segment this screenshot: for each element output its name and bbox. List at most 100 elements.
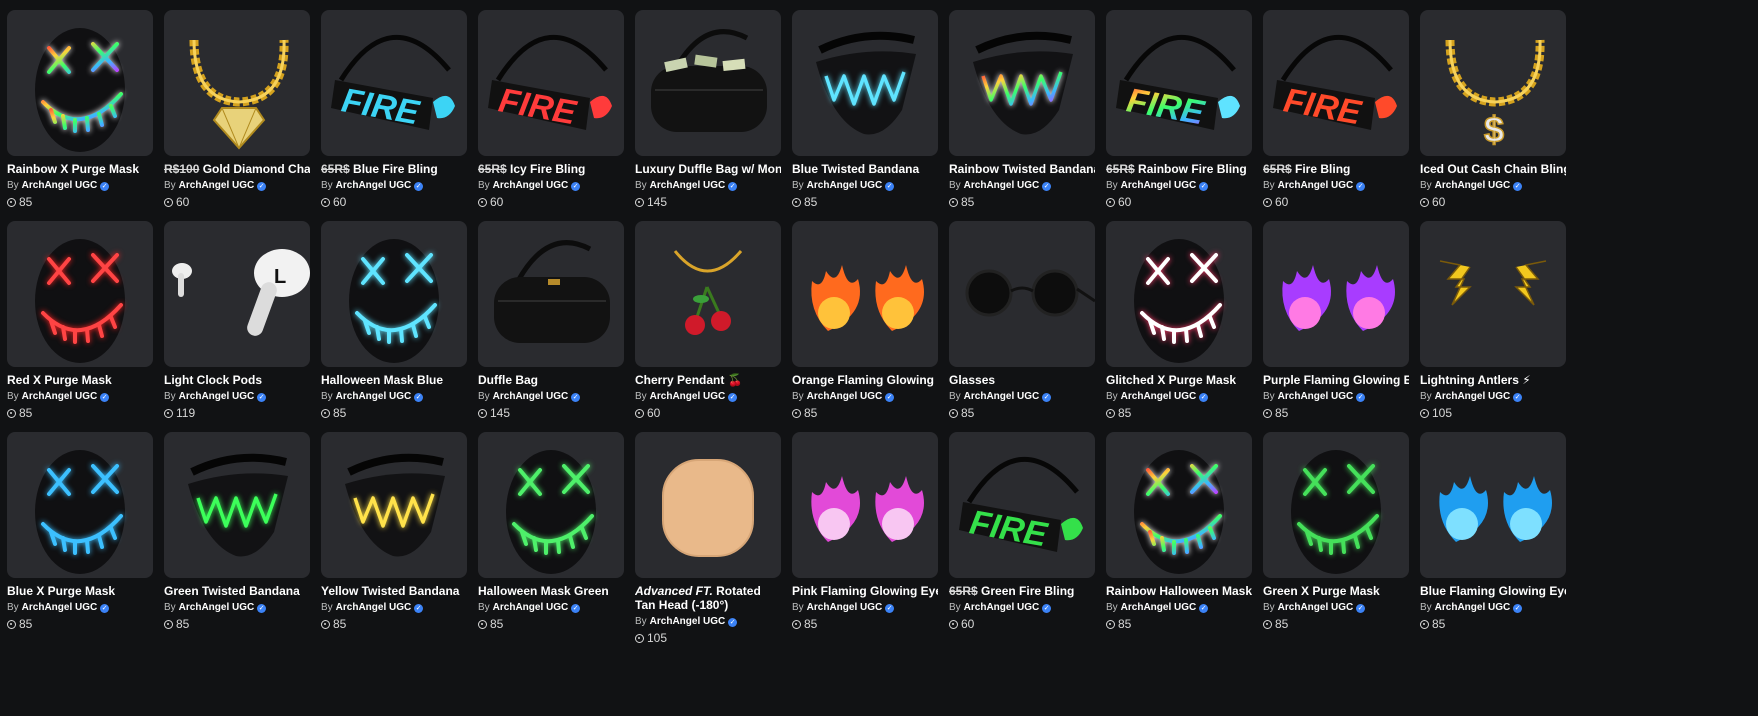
creator-name-link[interactable]: ArchAngel UGC	[1278, 602, 1354, 614]
creator-name-link[interactable]: ArchAngel UGC	[650, 616, 726, 628]
catalog-item-card[interactable]: Cherry Pendant 🍒 By ArchAngel UGC ✓ 60	[635, 221, 781, 432]
catalog-item-card[interactable]: Yellow Twisted Bandana By ArchAngel UGC ✓ 85	[321, 432, 467, 643]
creator-name-link[interactable]: ArchAngel UGC	[1278, 180, 1354, 192]
item-thumbnail[interactable]: $	[1420, 10, 1566, 156]
item-thumbnail[interactable]	[164, 432, 310, 578]
catalog-item-card[interactable]: Duffle Bag By ArchAngel UGC ✓ 145	[478, 221, 624, 432]
item-name[interactable]: Rainbow Halloween Mask	[1106, 584, 1252, 598]
creator-name-link[interactable]: ArchAngel UGC	[964, 391, 1040, 403]
creator-name-link[interactable]: ArchAngel UGC	[179, 180, 255, 192]
item-thumbnail[interactable]	[321, 221, 467, 367]
item-thumbnail[interactable]: FIRE	[949, 432, 1095, 578]
item-name[interactable]: Blue Flaming Glowing Eyes	[1420, 584, 1566, 598]
item-thumbnail[interactable]	[949, 221, 1095, 367]
item-thumbnail[interactable]	[164, 10, 310, 156]
catalog-item-card[interactable]: Orange Flaming Glowing Eyes ByArchAngel U…	[792, 221, 938, 432]
creator-name-link[interactable]: ArchAngel UGC	[336, 391, 412, 403]
item-name[interactable]: R$100 Gold Diamond Chain Bling	[164, 162, 310, 176]
item-thumbnail[interactable]	[1106, 221, 1252, 367]
catalog-item-card[interactable]: Advanced FT. Rotated Tan Head (-180°) By A…	[635, 432, 781, 645]
creator-name-link[interactable]: ArchAngel UGC	[22, 602, 98, 614]
item-name[interactable]: Lightning Antlers ⚡	[1420, 373, 1566, 387]
item-thumbnail[interactable]: FIRE	[478, 10, 624, 156]
item-thumbnail[interactable]	[792, 10, 938, 156]
creator-name-link[interactable]: ArchAngel UGC	[1435, 602, 1511, 614]
item-thumbnail[interactable]	[1263, 221, 1409, 367]
creator-name-link[interactable]: ArchAngel UGC	[807, 602, 883, 614]
catalog-item-card[interactable]: Halloween Mask Blue By ArchAngel UGC ✓ 85	[321, 221, 467, 432]
item-thumbnail[interactable]	[7, 432, 153, 578]
item-name[interactable]: Purple Flaming Glowing Eyes	[1263, 373, 1409, 387]
creator-name-link[interactable]: ArchAngel UGC	[179, 391, 255, 403]
creator-name-link[interactable]: ArchAngel UGC	[22, 180, 98, 192]
item-name[interactable]: Cherry Pendant 🍒	[635, 373, 781, 387]
catalog-item-card[interactable]: Green X Purge Mask By ArchAngel UGC ✓ 85	[1263, 432, 1409, 643]
catalog-item-card[interactable]: Glitched X Purge Mask By ArchAngel UGC ✓ 85	[1106, 221, 1252, 432]
catalog-item-card[interactable]: FIRE 65R$ Blue Fire Bling By ArchAngel UGC ✓…	[321, 10, 467, 221]
creator-name-link[interactable]: ArchAngel UGC	[964, 602, 1040, 614]
catalog-item-card[interactable]: Rainbow Twisted Bandana By ArchAngel UGC ✓ 8…	[949, 10, 1095, 221]
creator-name-link[interactable]: ArchAngel UGC	[1121, 391, 1197, 403]
item-name[interactable]: Blue X Purge Mask	[7, 584, 153, 598]
item-name[interactable]: 65R$ Icy Fire Bling	[478, 162, 624, 176]
item-thumbnail[interactable]: FIRE	[321, 10, 467, 156]
creator-name-link[interactable]: ArchAngel UGC	[650, 391, 726, 403]
item-thumbnail[interactable]	[949, 10, 1095, 156]
item-thumbnail[interactable]	[7, 221, 153, 367]
item-name[interactable]: Iced Out Cash Chain Bling	[1420, 162, 1566, 176]
item-name[interactable]: Duffle Bag	[478, 373, 624, 387]
item-thumbnail[interactable]	[1420, 221, 1566, 367]
item-name[interactable]: Blue Twisted Bandana	[792, 162, 938, 176]
catalog-item-card[interactable]: FIRE 65R$ Icy Fire Bling By ArchAngel UGC ✓ 6…	[478, 10, 624, 221]
catalog-item-card[interactable]: Luxury Duffle Bag w/ Money By ArchAngel UG…	[635, 10, 781, 221]
item-thumbnail[interactable]	[792, 432, 938, 578]
item-thumbnail[interactable]	[1420, 432, 1566, 578]
item-name[interactable]: 65R$ Green Fire Bling	[949, 584, 1095, 598]
item-thumbnail[interactable]	[1263, 432, 1409, 578]
creator-name-link[interactable]: ArchAngel UGC	[650, 180, 726, 192]
creator-name-link[interactable]: ArchAngel UGC	[179, 602, 255, 614]
catalog-item-card[interactable]: Lightning Antlers ⚡ By ArchAngel UGC ✓ 105	[1420, 221, 1566, 432]
item-name[interactable]: Light Clock Pods	[164, 373, 310, 387]
item-name[interactable]: Rainbow X Purge Mask	[7, 162, 153, 176]
item-thumbnail[interactable]	[792, 221, 938, 367]
creator-name-link[interactable]: ArchAngel UGC	[493, 180, 569, 192]
catalog-item-card[interactable]: L Light Clock Pods By ArchAngel UGC ✓ 119	[164, 221, 310, 432]
creator-name-link[interactable]: ArchAngel UGC	[1121, 180, 1197, 192]
creator-name-link[interactable]: ArchAngel UGC	[22, 391, 98, 403]
catalog-item-card[interactable]: R$100 Gold Diamond Chain Bling ByArchAnge…	[164, 10, 310, 221]
item-name[interactable]: Green Twisted Bandana	[164, 584, 310, 598]
item-name[interactable]: 65R$ Fire Bling	[1263, 162, 1409, 176]
item-thumbnail[interactable]	[635, 221, 781, 367]
creator-name-link[interactable]: ArchAngel UGC	[1435, 391, 1511, 403]
item-name[interactable]: Advanced FT. Rotated Tan Head (-180°)	[635, 584, 781, 612]
catalog-item-card[interactable]: FIRE 65R$ Green Fire Bling By ArchAngel UGC…	[949, 432, 1095, 643]
item-thumbnail[interactable]: L	[164, 221, 310, 367]
item-name[interactable]: Rainbow Twisted Bandana	[949, 162, 1095, 176]
catalog-item-card[interactable]: Rainbow X Purge Mask By ArchAngel UGC ✓ 85	[7, 10, 153, 221]
item-name[interactable]: Yellow Twisted Bandana	[321, 584, 467, 598]
item-thumbnail[interactable]	[1106, 432, 1252, 578]
creator-name-link[interactable]: ArchAngel UGC	[964, 180, 1040, 192]
item-name[interactable]: 65R$ Rainbow Fire Bling	[1106, 162, 1252, 176]
creator-name-link[interactable]: ArchAngel UGC	[493, 391, 569, 403]
item-thumbnail[interactable]	[321, 432, 467, 578]
catalog-item-card[interactable]: FIRE 65R$ Fire Bling By ArchAngel UGC ✓ 60	[1263, 10, 1409, 221]
item-thumbnail[interactable]	[635, 10, 781, 156]
item-thumbnail[interactable]	[635, 432, 781, 578]
item-thumbnail[interactable]: FIRE	[1263, 10, 1409, 156]
creator-name-link[interactable]: ArchAngel UGC	[1121, 602, 1197, 614]
item-name[interactable]: Red X Purge Mask	[7, 373, 153, 387]
catalog-item-card[interactable]: Rainbow Halloween Mask By ArchAngel UGC ✓ 85	[1106, 432, 1252, 643]
item-thumbnail[interactable]	[478, 432, 624, 578]
item-name[interactable]: Halloween Mask Blue	[321, 373, 467, 387]
catalog-item-card[interactable]: Halloween Mask Green By ArchAngel UGC ✓ 85	[478, 432, 624, 643]
item-thumbnail[interactable]	[478, 221, 624, 367]
item-thumbnail[interactable]	[7, 10, 153, 156]
item-name[interactable]: Glitched X Purge Mask	[1106, 373, 1252, 387]
catalog-item-card[interactable]: Red X Purge Mask By ArchAngel UGC ✓ 85	[7, 221, 153, 432]
item-name[interactable]: Luxury Duffle Bag w/ Money	[635, 162, 781, 176]
creator-name-link[interactable]: ArchAngel UGC	[807, 180, 883, 192]
catalog-item-card[interactable]: Glasses By ArchAngel UGC ✓ 85	[949, 221, 1095, 432]
catalog-item-card[interactable]: FIRE 65R$ Rainbow Fire Bling By ArchAngel U…	[1106, 10, 1252, 221]
